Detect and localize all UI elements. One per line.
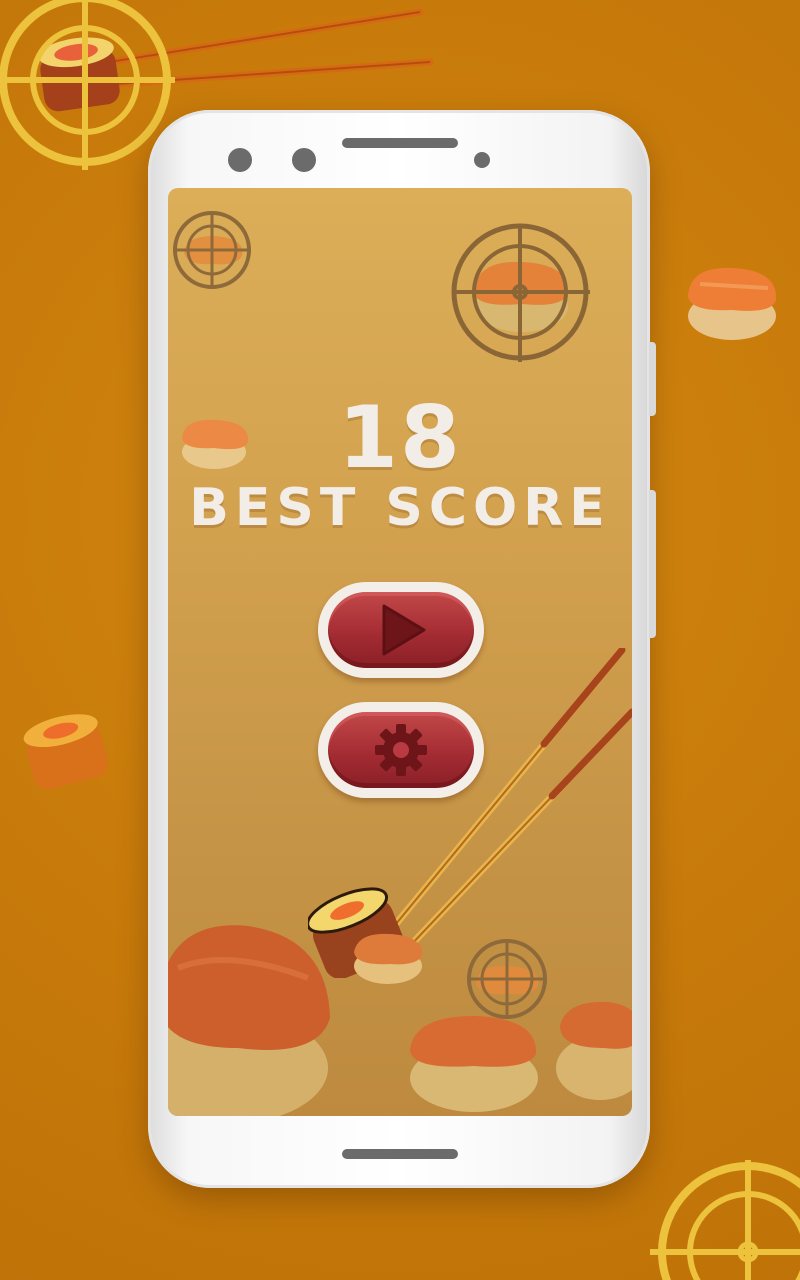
page-background: 18 BEST SCORE (0, 0, 800, 1280)
game-screen: 18 BEST SCORE (168, 188, 632, 1116)
crosshair-small-icon (173, 211, 251, 289)
bottom-right-crosshair-decoration (650, 1160, 800, 1280)
front-camera (228, 148, 252, 172)
phone-frame: 18 BEST SCORE (148, 110, 656, 1188)
phone-side-button (649, 342, 656, 416)
crosshair-target-icon (451, 223, 590, 362)
sushi-pile-decoration (168, 925, 632, 1116)
bottom-speaker (342, 1149, 458, 1159)
sushi-roll-decoration-left (23, 714, 108, 790)
best-score-label: BEST SCORE (189, 478, 611, 538)
phone-volume-button (649, 490, 656, 638)
current-score: 18 (338, 388, 462, 488)
front-camera-secondary (292, 148, 316, 172)
proximity-sensor (474, 152, 490, 168)
earpiece-speaker (342, 138, 458, 148)
nigiri-decoration-right (688, 267, 777, 340)
